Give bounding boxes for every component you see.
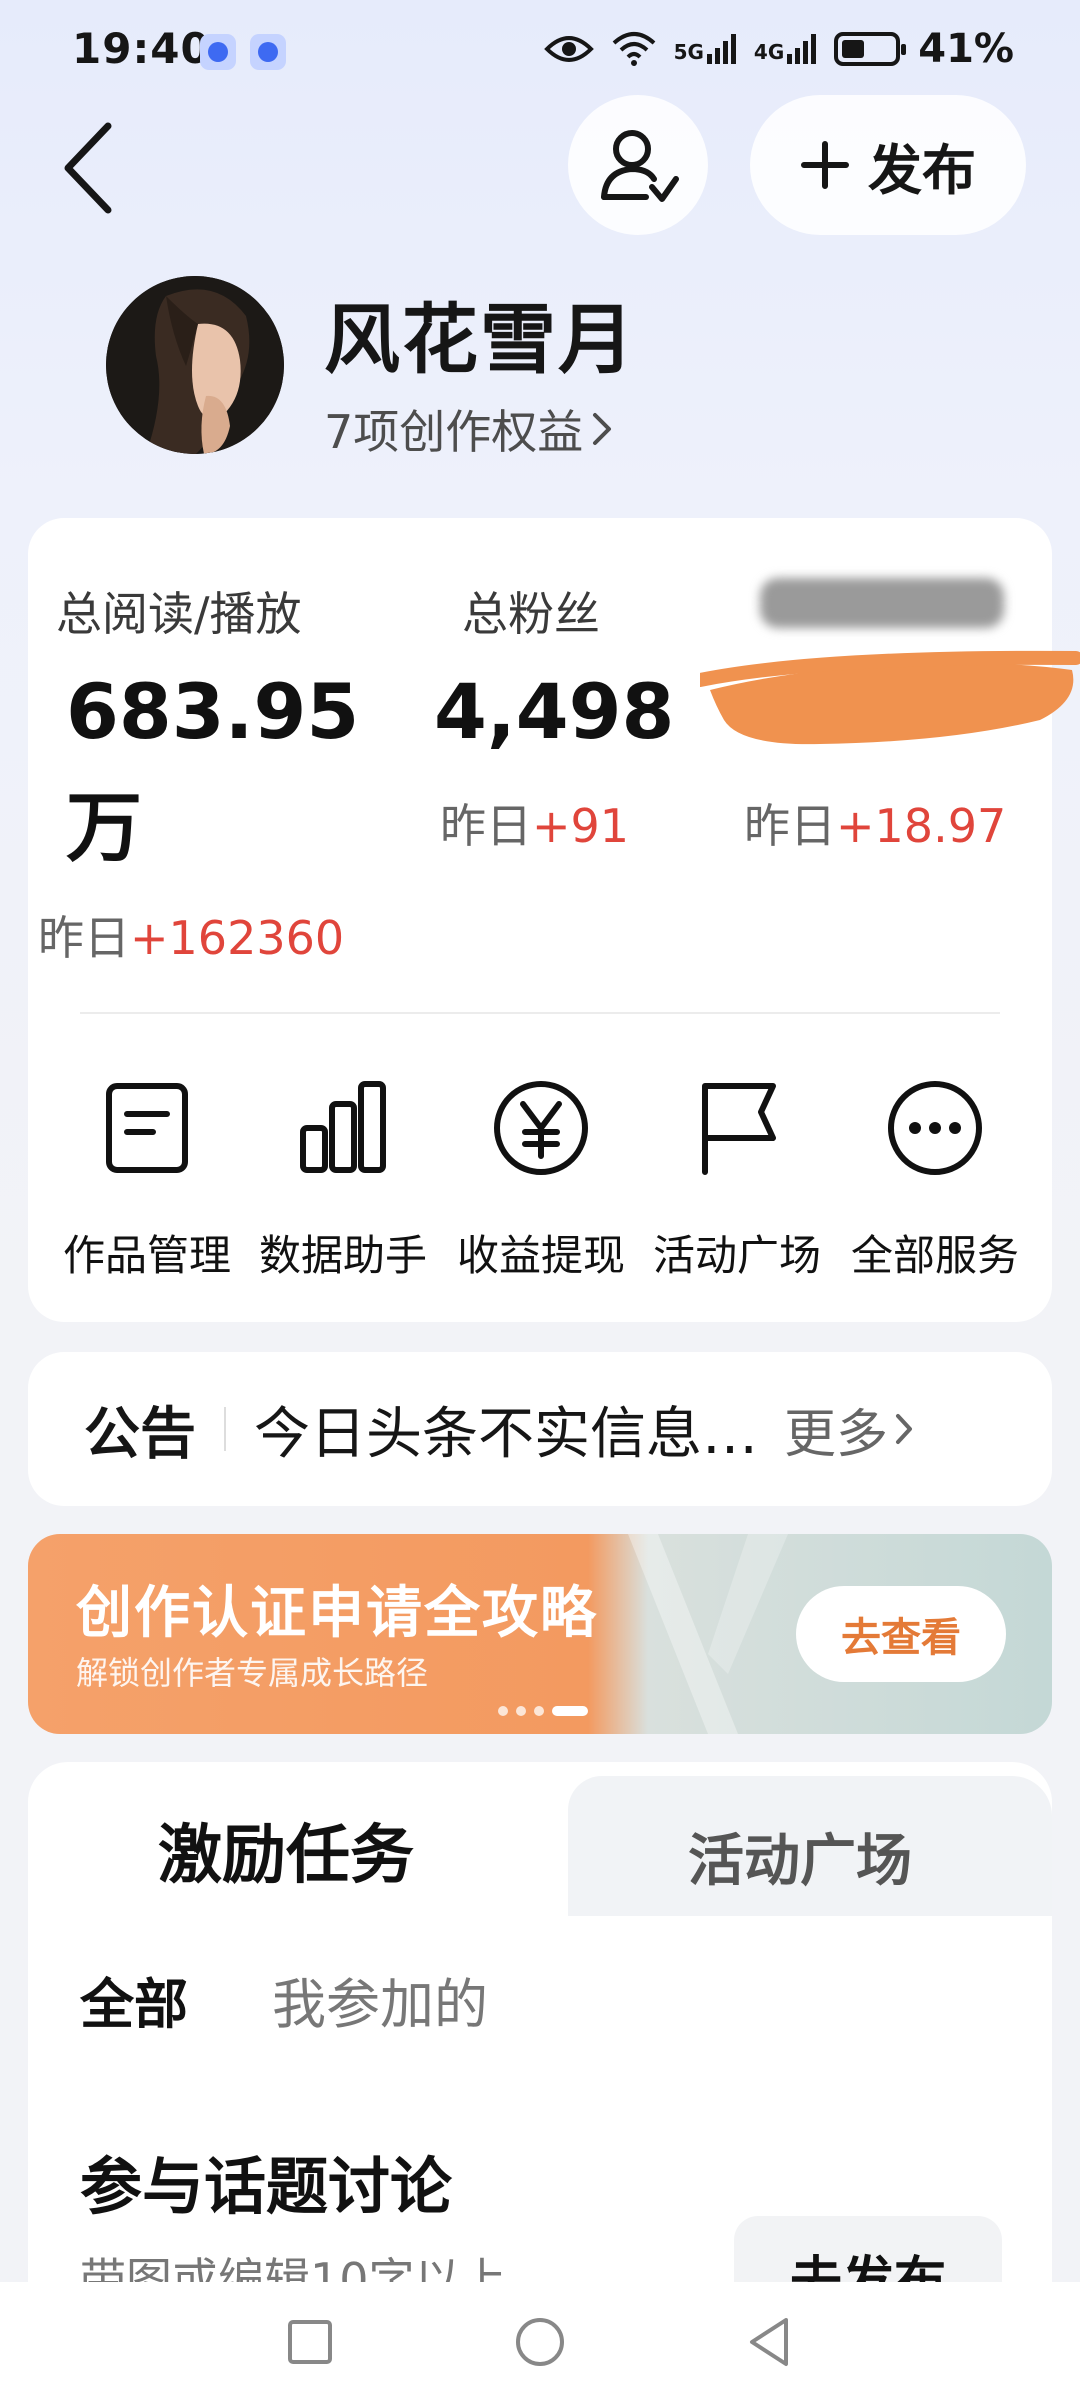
reads-value[interactable]: 683.95	[66, 654, 359, 770]
promo-banner[interactable]: 创作认证申请全攻略 解锁创作者专属成长路径 去查看	[28, 1534, 1052, 1734]
flag-icon	[702, 1083, 776, 1175]
announcement-separator	[224, 1407, 226, 1451]
reads-value-unit: 万	[66, 783, 142, 872]
stats-divider	[80, 1012, 1000, 1014]
banner-view-button[interactable]: 去查看	[796, 1586, 1006, 1682]
wifi-icon	[612, 32, 655, 66]
publish-button[interactable]: 发布	[750, 95, 1026, 235]
carousel-indicator	[498, 1706, 588, 1716]
chevron-right-icon	[896, 1414, 913, 1444]
third-delta-prefix: 昨日	[744, 799, 836, 853]
tasks-panel: 激励任务 活动广场 全部 我参加的 参与话题讨论 带图或编辑10字以上 去发布	[28, 1762, 1052, 2282]
filter-joined[interactable]: 我参加的	[272, 1960, 488, 2039]
tool-works-management[interactable]: 作品管理	[52, 1068, 242, 1283]
plus-icon	[801, 141, 849, 189]
app-notification-icon	[250, 34, 286, 70]
tool-all-services[interactable]: 全部服务	[840, 1068, 1030, 1283]
avatar[interactable]	[106, 276, 284, 454]
tool-label: 数据助手	[258, 1231, 427, 1280]
avatar-image	[106, 276, 284, 454]
home-icon[interactable]	[510, 2312, 570, 2372]
tool-label: 全部服务	[850, 1231, 1019, 1280]
tab-activity-square[interactable]: 活动广场	[688, 1816, 912, 1897]
publish-label: 发布	[868, 138, 976, 202]
status-time: 19:40	[72, 24, 211, 73]
fans-value[interactable]: 4,498	[434, 654, 674, 770]
redacted-label	[760, 578, 1004, 628]
signal-icon	[787, 34, 817, 64]
fans-label: 总粉丝	[462, 587, 600, 641]
recent-apps-icon[interactable]	[280, 2312, 340, 2372]
fans-delta: 昨日+91	[440, 790, 629, 856]
follow-button[interactable]	[568, 95, 708, 235]
yen-icon	[494, 1081, 588, 1175]
network-type-5g: 5G	[673, 40, 704, 64]
reads-delta-value: +162360	[130, 911, 345, 965]
filter-all[interactable]: 全部	[80, 1960, 188, 2039]
reads-delta: 昨日+162360	[38, 902, 344, 968]
reads-delta-prefix: 昨日	[38, 911, 130, 965]
announcement-more-label: 更多	[784, 1404, 889, 1465]
tool-earnings-withdraw[interactable]: 收益提现	[446, 1068, 636, 1283]
profile-name: 风花雪月	[324, 295, 636, 384]
creator-rights-link[interactable]: 7项创作权益	[324, 396, 613, 462]
status-indicators: 5G 4G 41%	[543, 26, 1014, 72]
tool-activity-square[interactable]: 活动广场	[642, 1068, 832, 1283]
chevron-right-icon	[593, 413, 612, 445]
announcement-text[interactable]: 今日头条不实信息…	[254, 1389, 754, 1470]
signal-icon	[706, 34, 736, 64]
tool-label: 收益提现	[456, 1231, 625, 1280]
more-icon	[888, 1081, 982, 1175]
document-icon	[106, 1083, 188, 1173]
task-publish-button[interactable]: 去发布	[734, 2216, 1002, 2282]
tool-data-assistant[interactable]: 数据助手	[248, 1068, 438, 1283]
tab-incentive-tasks[interactable]: 激励任务	[158, 1804, 414, 1896]
third-delta-value: +18.97	[836, 799, 1007, 853]
system-nav-bar	[0, 2282, 1080, 2400]
announcement-title: 公告	[84, 1401, 196, 1467]
task-title: 参与话题讨论	[80, 2150, 453, 2223]
back-nav-icon[interactable]	[740, 2312, 800, 2372]
app-notification-icon	[200, 34, 236, 70]
fans-delta-value: +91	[532, 799, 630, 853]
status-bar: 19:40 5G 4G 41%	[0, 0, 1080, 100]
banner-title: 创作认证申请全攻略	[76, 1581, 598, 1646]
eye-icon	[543, 36, 594, 62]
battery-icon	[834, 32, 907, 66]
fans-delta-prefix: 昨日	[440, 799, 532, 853]
signal-4g: 4G	[753, 34, 817, 64]
tool-label: 作品管理	[62, 1231, 231, 1280]
user-check-icon	[601, 130, 679, 202]
task-description: 带图或编辑10字以上	[80, 2253, 507, 2282]
network-type-4g: 4G	[753, 40, 785, 64]
chevron-left-icon[interactable]	[58, 118, 118, 218]
battery-percent: 41%	[918, 26, 1014, 72]
tool-label: 活动广场	[652, 1231, 821, 1280]
reads-label: 总阅读/播放	[56, 587, 302, 641]
announcement-more-link[interactable]: 更多	[784, 1392, 914, 1467]
redaction-scribble	[700, 650, 1080, 745]
creator-rights-label: 7项创作权益	[324, 405, 584, 459]
signal-5g: 5G	[674, 34, 736, 64]
bar-chart-icon	[300, 1081, 386, 1173]
announcement-bar[interactable]: 公告 今日头条不实信息… 更多	[28, 1352, 1052, 1506]
banner-subtitle: 解锁创作者专属成长路径	[76, 1654, 429, 1692]
third-delta: 昨日+18.97	[744, 790, 1006, 856]
